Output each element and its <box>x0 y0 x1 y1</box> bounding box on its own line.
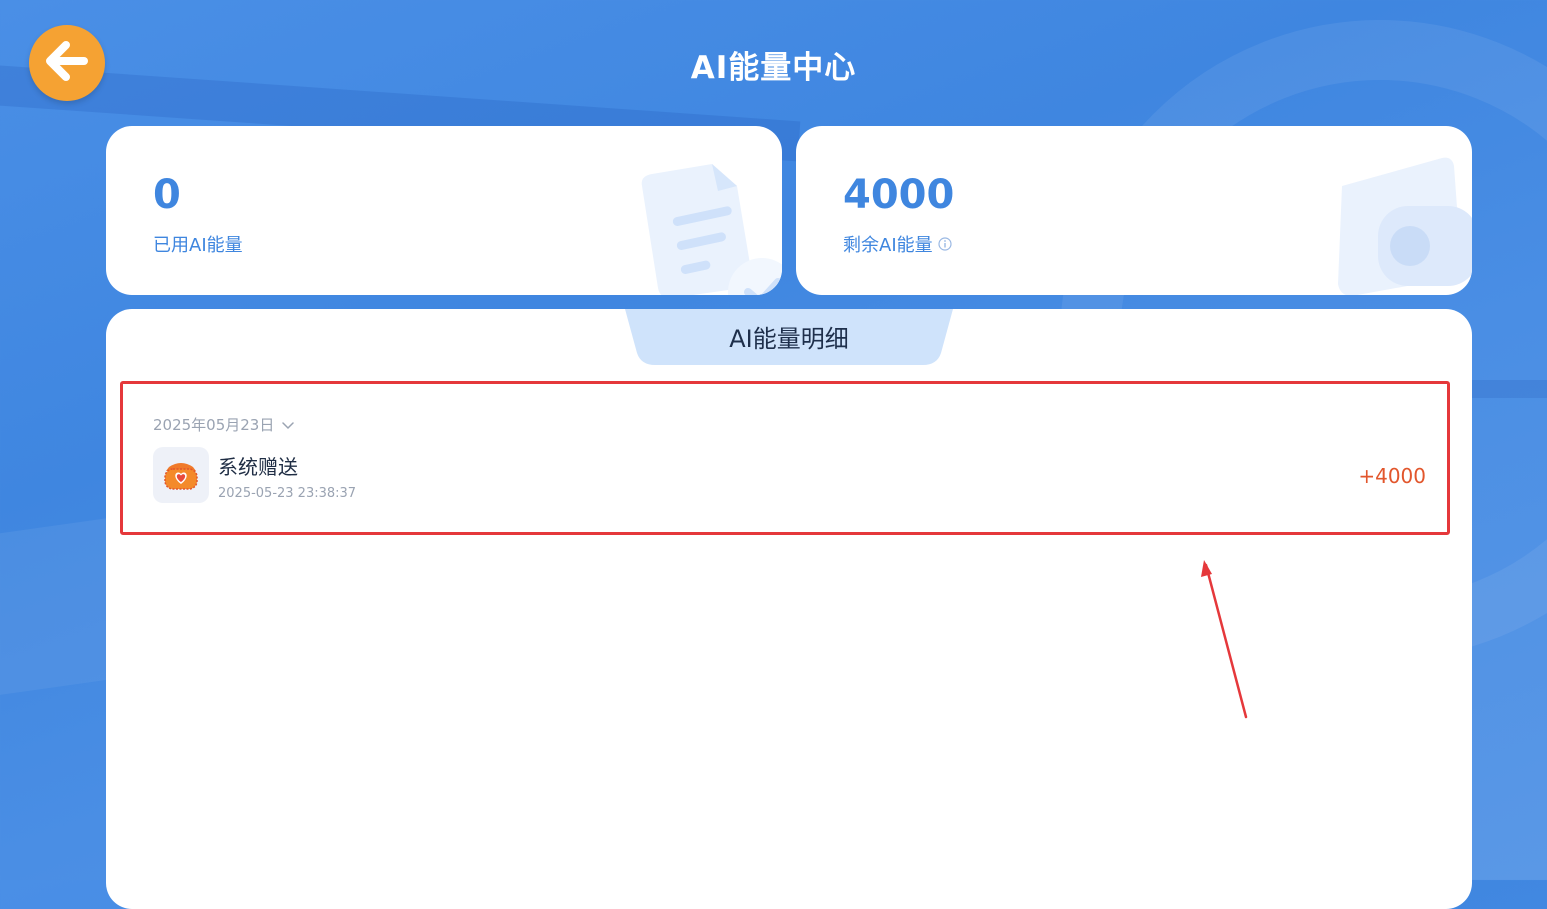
record-amount: +4000 <box>1358 464 1426 488</box>
record-timestamp: 2025-05-23 23:38:37 <box>218 486 357 501</box>
remaining-energy-value: 4000 <box>843 172 955 218</box>
remaining-energy-card: 4000 剩余AI能量 <box>796 126 1472 295</box>
date-group-label: 2025年05月23日 <box>153 416 275 434</box>
used-energy-label-text: 已用AI能量 <box>153 235 243 256</box>
chevron-down-icon <box>282 416 295 434</box>
gift-wallet-icon <box>153 447 209 503</box>
annotation-arrow-icon <box>1190 555 1260 729</box>
info-icon[interactable] <box>938 237 952 251</box>
remaining-energy-label-text: 剩余AI能量 <box>843 235 933 256</box>
used-energy-value: 0 <box>153 172 181 218</box>
tab-energy-detail[interactable]: AI能量明细 <box>625 309 953 365</box>
record-title: 系统赠送 <box>218 455 298 479</box>
used-energy-card: 0 已用AI能量 <box>106 126 782 295</box>
used-energy-label: 已用AI能量 <box>153 231 243 257</box>
tab-energy-detail-label: AI能量明细 <box>729 325 849 353</box>
remaining-energy-label: 剩余AI能量 <box>843 231 952 257</box>
record-highlight-box: 2025年05月23日 系统赠送 2025-05-23 23:38:37 +40… <box>120 381 1450 535</box>
document-check-icon <box>612 146 782 295</box>
wallet-icon <box>1312 146 1472 295</box>
energy-detail-panel: AI能量明细 2025年05月23日 系统赠送 2025-05-23 23:38… <box>106 309 1472 909</box>
date-group-selector[interactable]: 2025年05月23日 <box>153 414 295 435</box>
page-title: AI能量中心 <box>690 50 857 86</box>
